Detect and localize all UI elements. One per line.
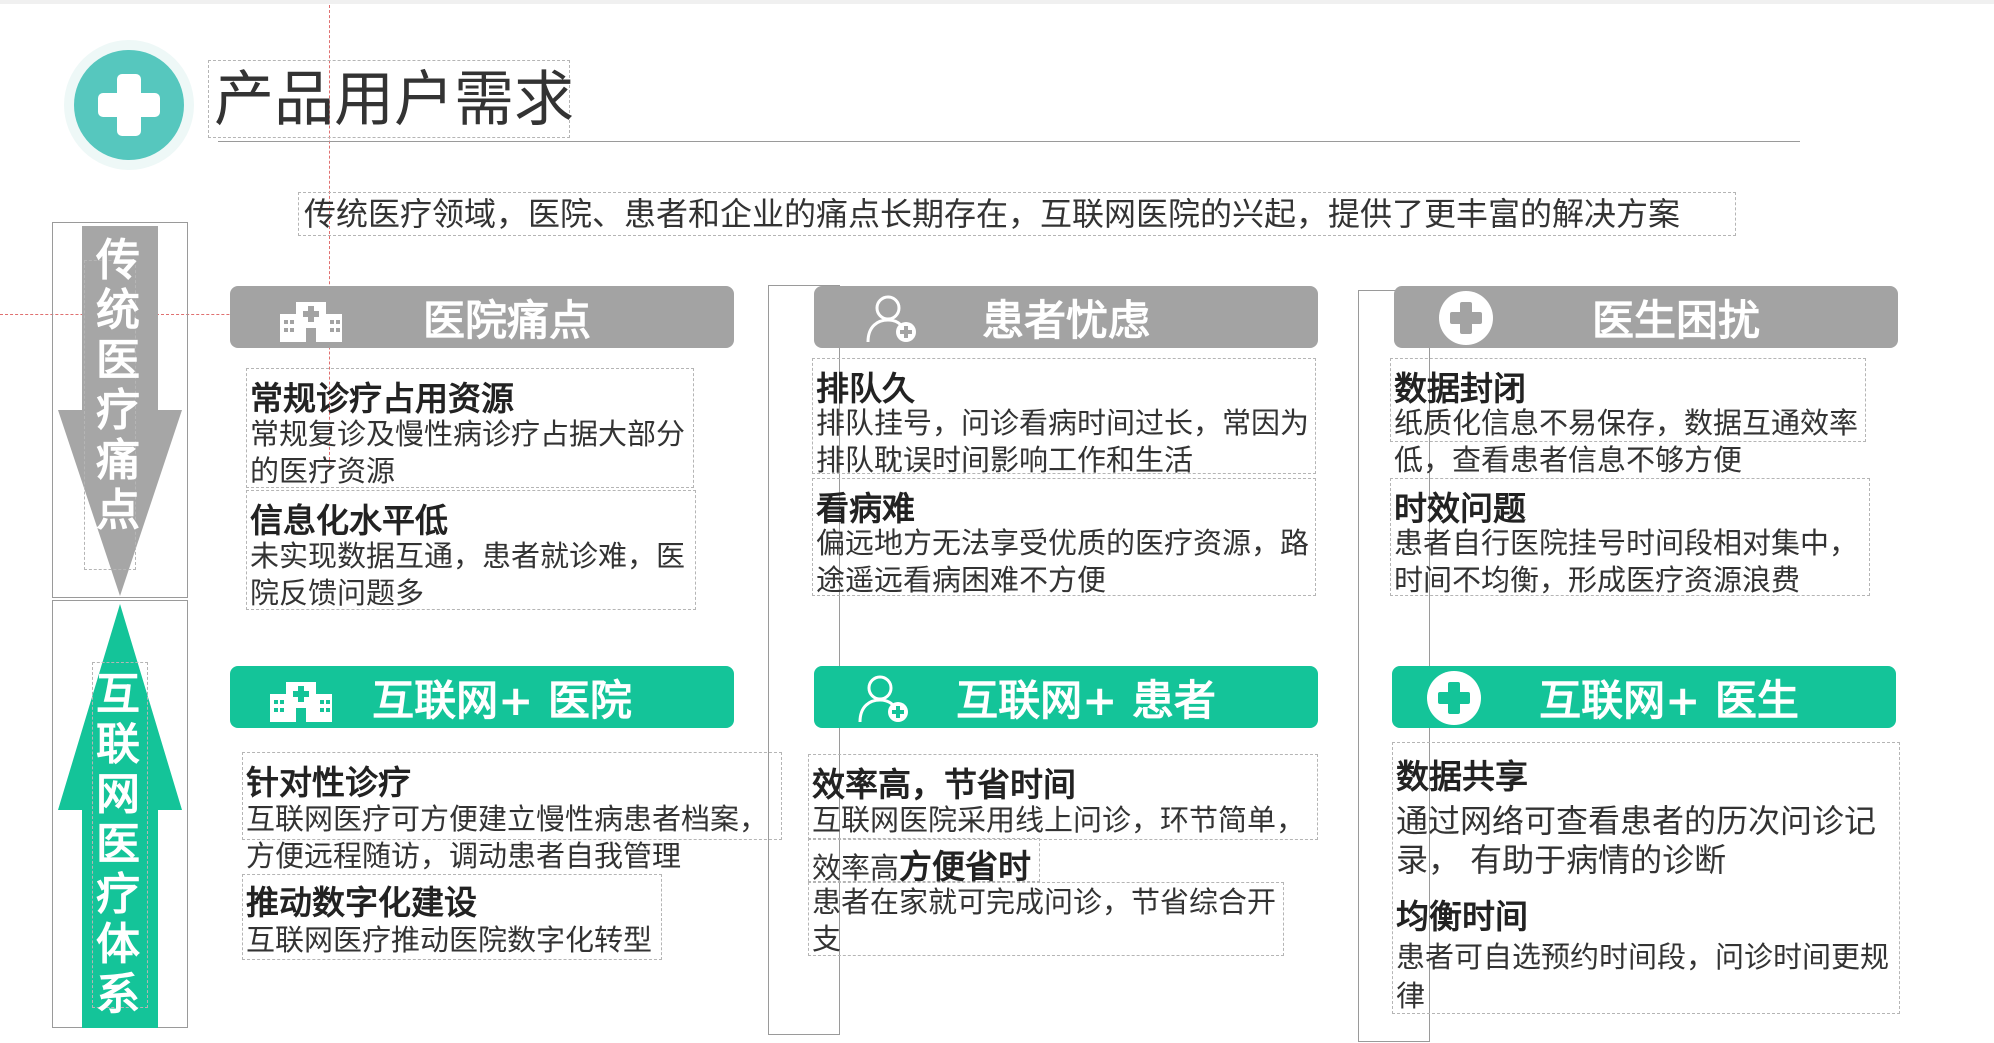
item-title: 信息化水平低	[250, 501, 448, 540]
internet-hospital-title: 互联网+ 医院	[372, 675, 632, 725]
item-text: 患者在家就可完成问诊，节省综合开支	[812, 885, 1277, 956]
patient-worry-title: 患者忧虑	[981, 295, 1150, 345]
internet-patient-title: 互联网+ 患者	[956, 675, 1216, 725]
item-text-emphasis: 方便省时	[899, 847, 1032, 886]
internet-patient-header: 互联网+ 患者	[814, 666, 1318, 728]
internet-doctor-title: 互联网+ 医生	[1539, 675, 1799, 725]
item-text: 通过网络可查看患者的历次问诊记录， 有助于病情的诊断	[1396, 802, 1877, 879]
item-title: 数据封闭	[1394, 369, 1526, 408]
item-text: 未实现数据互通，患者就诊难，医院反馈问题多	[250, 539, 686, 610]
item-title: 针对性诊疗	[246, 763, 411, 802]
side-bottom-label: 互联网医疗体系	[96, 669, 140, 1020]
item-title: 时效问题	[1394, 489, 1526, 528]
item-text-line2: 效率高方便省时	[812, 840, 1031, 888]
hospital-pain-title: 医院痛点	[422, 295, 591, 345]
item-text: 常规复诊及慢性病诊疗占据大部分的医疗资源	[250, 417, 686, 488]
side-top-label: 传统医疗痛点	[96, 235, 140, 536]
item-text: 互联网医院采用线上问诊，环节简单，	[812, 803, 1306, 837]
doctor-trouble-header: 医生困扰	[1394, 286, 1898, 348]
item-title: 数据共享	[1396, 757, 1528, 796]
item-title: 排队久	[816, 369, 915, 408]
item-text: 效率高	[812, 851, 900, 885]
hospital-pain-header: 医院痛点	[230, 286, 734, 348]
doctor-trouble-title: 医生困扰	[1591, 295, 1760, 345]
internet-doctor-header: 互联网+ 医生	[1392, 666, 1896, 728]
item-text: 患者自行医院挂号时间段相对集中，时间不均衡，形成医疗资源浪费	[1394, 526, 1859, 597]
logo-circle	[74, 50, 184, 160]
item-title: 效率高，节省时间	[812, 765, 1076, 804]
internet-hospital-header: 互联网+ 医院	[230, 666, 734, 728]
page-title: 产品用户需求	[214, 65, 574, 135]
medical-cross-icon	[98, 74, 160, 136]
item-title: 推动数字化建设	[246, 883, 477, 922]
patient-worry-header: 患者忧虑	[814, 286, 1318, 348]
item-title: 均衡时间	[1396, 897, 1528, 936]
title-underline	[218, 141, 1800, 142]
item-text: 偏远地方无法享受优质的医疗资源，路途遥远看病困难不方便	[816, 526, 1310, 597]
item-text: 排队挂号，问诊看病时间过长，常因为排队耽误时间影响工作和生活	[816, 406, 1310, 477]
item-text: 互联网医疗可方便建立慢性病患者档案，方便远程随访，调动患者自我管理	[246, 802, 769, 873]
item-text: 纸质化信息不易保存，数据互通效率低，查看患者信息不够方便	[1394, 406, 1859, 477]
item-title: 常规诊疗占用资源	[250, 379, 514, 418]
item-text: 患者可自选预约时间段，问诊时间更规律	[1396, 940, 1890, 1013]
item-text: 互联网医疗推动医院数字化转型	[246, 923, 653, 957]
subtitle: 传统医疗领域，医院、患者和企业的痛点长期存在，互联网医院的兴起，提供了更丰富的解…	[304, 195, 1681, 233]
top-edge	[0, 0, 1994, 4]
item-title: 看病难	[816, 489, 915, 528]
